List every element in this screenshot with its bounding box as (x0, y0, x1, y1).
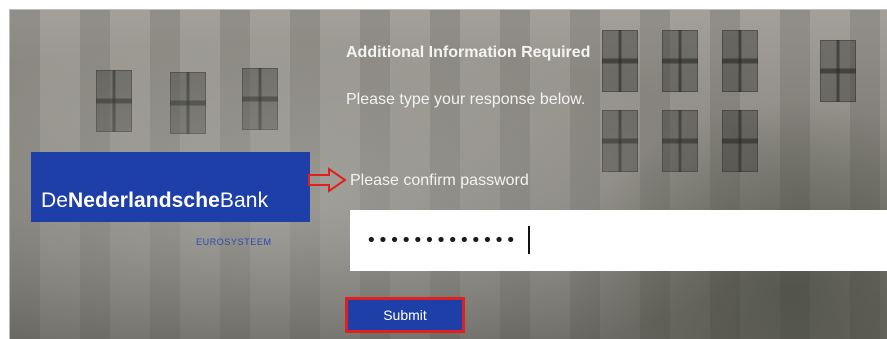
password-confirm-label: Please confirm password (350, 172, 529, 189)
text-cursor (528, 226, 530, 254)
bank-logo: DeNederlandscheBank (31, 152, 310, 222)
logo-tagline: EUROSYSTEEM (196, 237, 272, 247)
logo-part-nederlandsche: Nederlandsche (68, 189, 220, 212)
password-confirm-input[interactable] (350, 210, 887, 271)
logo-wordmark: DeNederlandscheBank (41, 189, 268, 213)
form-subtitle: Please type your response below. (346, 91, 586, 108)
logo-part-de: De (41, 189, 69, 212)
logo-part-bank: Bank (219, 189, 269, 212)
arrow-right-icon (308, 167, 347, 193)
form-title: Additional Information Required (346, 44, 591, 61)
submit-button[interactable]: Submit (345, 297, 465, 333)
